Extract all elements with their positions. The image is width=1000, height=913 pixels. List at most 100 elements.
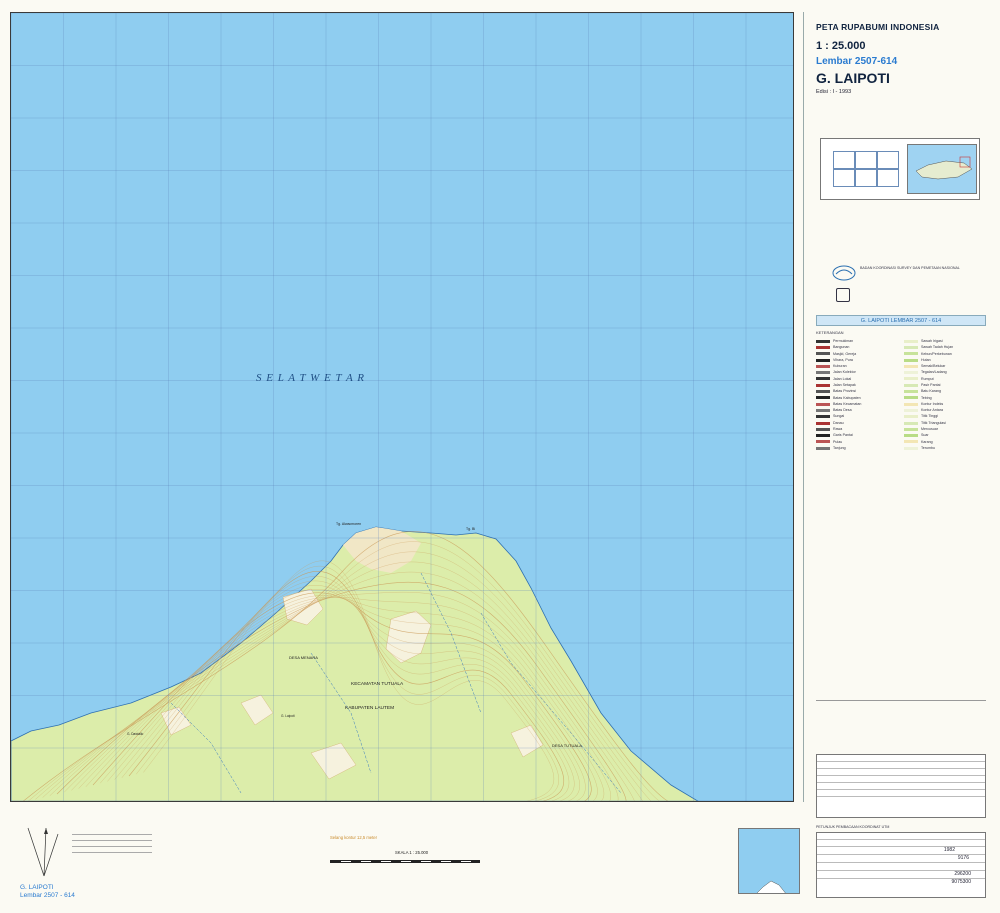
- legend-symbol: [816, 402, 830, 406]
- legend-symbol: [904, 415, 918, 419]
- footer-title: G. LAIPOTI Lembar 2507 - 614: [20, 884, 75, 900]
- utm-grid-table: 1982 9176 296200 9075300: [816, 832, 986, 898]
- legend-symbol: [904, 421, 918, 425]
- legend-label: Batu Karang: [921, 389, 941, 394]
- legend-symbol: [816, 421, 830, 425]
- legend-symbol: [904, 364, 918, 368]
- legend-label: Kontur Antara: [921, 408, 943, 413]
- contour-note: Selang kontur 12,5 meter: [330, 835, 378, 840]
- legend-label: Sungai: [833, 414, 845, 419]
- legend-label: Tebing: [921, 395, 932, 400]
- table-row: [817, 776, 985, 783]
- map-scale: 1 : 25.000: [816, 39, 866, 52]
- island-inset-map: [738, 828, 800, 894]
- legend-symbol: [904, 396, 918, 400]
- legend-left-column: Permukiman Bangunan Masjid, Gereja Vihara, …: [816, 338, 898, 451]
- sheet-id-bar: G. LAIPOTI LEMBAR 2507 - 614: [816, 315, 986, 326]
- scale-bar: [330, 860, 480, 863]
- desa-menara-label: DESA MENARA: [289, 655, 318, 660]
- legend-symbol: [816, 408, 830, 412]
- legend-label: Terumbu: [921, 445, 935, 450]
- topographic-map: S E L A T W E T A R Tg. Alwacmoren Tg. B…: [11, 13, 793, 801]
- legend-label: Karang: [921, 439, 933, 444]
- legend-label: Vihara, Pura: [833, 357, 853, 362]
- legend-label: Hutan: [921, 357, 931, 362]
- legend-label: Rumput: [921, 376, 934, 381]
- table-row: [817, 755, 985, 762]
- cape-west-label: Tg. Alwacmoren: [336, 522, 361, 526]
- legend-right-column: Sawah Irigasi Sawah Tadah Hujan Kebun/Perk…: [904, 338, 986, 451]
- table-row: [817, 762, 985, 769]
- series-title: PETA RUPABUMI INDONESIA: [816, 22, 940, 32]
- legend-label: Pulau: [833, 439, 843, 444]
- edition: Edisi : I - 1993: [816, 89, 852, 96]
- index-cell: [855, 169, 877, 187]
- legend-label: Batas Desa: [833, 408, 852, 413]
- table-row: [817, 769, 985, 776]
- declination-notes: [72, 832, 152, 853]
- garuda-logo-icon: [832, 265, 856, 281]
- desa-tutuala-label: DESA TUTUALA: [552, 743, 582, 748]
- divider: [816, 700, 986, 701]
- legend-label: Semak/Belukar: [921, 364, 946, 369]
- legend-symbol: [904, 377, 918, 381]
- legend-symbol: [904, 446, 918, 450]
- map-sheet: S E L A T W E T A R Tg. Alwacmoren Tg. B…: [0, 0, 1000, 913]
- table-row: [817, 863, 985, 871]
- table-row: [817, 790, 985, 797]
- legend-symbol: [904, 371, 918, 375]
- legend-symbol: [816, 364, 830, 368]
- legend-symbol: [904, 440, 918, 444]
- legend-item: Tanjung: [816, 445, 898, 451]
- legend-symbol: [816, 339, 830, 343]
- table-row: [817, 840, 985, 847]
- legend-label: Tegalan/Ladang: [921, 370, 947, 375]
- table-row: 9075300: [951, 879, 971, 885]
- legend-label: Rawa: [833, 427, 843, 432]
- sheet-name: G. LAIPOTI: [816, 69, 890, 86]
- legend-symbol: [816, 352, 830, 356]
- legend-label: Mercusuar: [921, 427, 938, 432]
- legend-label: Batas Kabupaten: [833, 395, 861, 400]
- legend-label: Batas Kecamatan: [833, 401, 862, 406]
- cape-east-label: Tg. Bi: [466, 527, 475, 531]
- peak2-label: G. Dawiallo: [127, 732, 144, 736]
- table-row: [817, 783, 985, 790]
- table-row: 296200: [817, 871, 985, 879]
- legend-label: Danau: [833, 420, 844, 425]
- legend-symbol: [816, 440, 830, 444]
- kecamatan-label: KECAMATAN TUTUALA: [351, 681, 404, 687]
- legend-label: Garis Pantai: [833, 433, 853, 438]
- legend-symbol: [904, 383, 918, 387]
- right-neatline: [803, 12, 804, 802]
- legend-symbol: [816, 358, 830, 362]
- index-cell: [877, 151, 899, 169]
- legend-label: Pasir Pantai: [921, 382, 941, 387]
- legend-symbol: [816, 415, 830, 419]
- legend-symbol: [816, 377, 830, 381]
- legend-symbol: [904, 434, 918, 438]
- legend-label: Permukiman: [833, 338, 854, 343]
- peak-label: G. Laipoti: [281, 714, 295, 718]
- table-row: [817, 833, 985, 840]
- footer-sheet-number: Lembar 2507 - 614: [20, 891, 75, 899]
- sheet-index-diagram: [820, 138, 980, 200]
- map-frame[interactable]: S E L A T W E T A R Tg. Alwacmoren Tg. B…: [10, 12, 794, 802]
- north-arrow-diagram: [27, 827, 59, 877]
- legend-symbol: [816, 446, 830, 450]
- legend-symbol: [816, 390, 830, 394]
- location-diagram: [907, 144, 977, 194]
- legend-label: Suar: [921, 433, 929, 438]
- legend-symbol: [904, 352, 918, 356]
- legend-symbol: [904, 339, 918, 343]
- publisher-logo-icon: [836, 288, 850, 302]
- table-row: 1982: [817, 847, 985, 855]
- legend-symbol: [904, 358, 918, 362]
- legend-item: Terumbu: [904, 445, 986, 451]
- legend-label: Jalan Setapak: [833, 382, 856, 387]
- legend-label: Kontur Indeks: [921, 401, 944, 406]
- index-cell: [833, 169, 855, 187]
- legend-label: Batas Provinsi: [833, 389, 856, 394]
- legend-symbol: [904, 402, 918, 406]
- legend-label: Kebun/Perkebunan: [921, 351, 952, 356]
